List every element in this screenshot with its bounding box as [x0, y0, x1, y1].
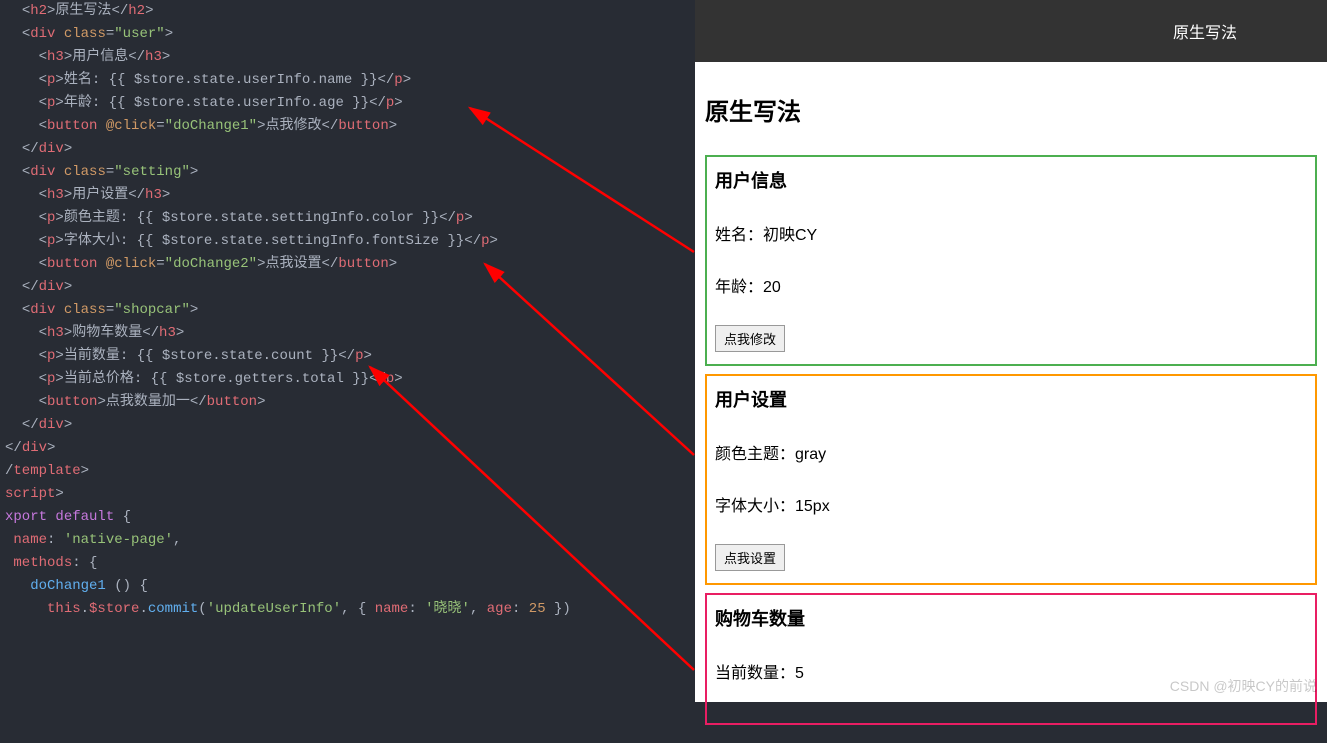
browser-preview-pane: 原生写法 原生写法 用户信息 姓名：初映CY 年龄：20 点我修改 用户设置 颜…: [695, 0, 1327, 702]
code-line: xport default {: [5, 506, 690, 529]
code-line: <p>姓名: {{ $store.state.userInfo.name }}<…: [5, 69, 690, 92]
code-line: <h3>用户设置</h3>: [5, 184, 690, 207]
code-line: <h3>用户信息</h3>: [5, 46, 690, 69]
code-line: <h2>原生写法</h2>: [5, 0, 690, 23]
code-line: <div class="shopcar">: [5, 299, 690, 322]
code-line: </div>: [5, 276, 690, 299]
code-line: <p>当前总价格: {{ $store.getters.total }}</p>: [5, 368, 690, 391]
watermark: CSDN @初映CY的前说: [1170, 676, 1317, 696]
code-line: doChange1 () {: [5, 575, 690, 598]
header-link[interactable]: 原生写法: [1173, 19, 1237, 43]
setting-heading: 用户设置: [715, 386, 1307, 412]
code-line: <div class="user">: [5, 23, 690, 46]
user-name-text: 姓名：初映CY: [715, 221, 1307, 245]
code-line: </div>: [5, 138, 690, 161]
code-line: <p>字体大小: {{ $store.state.settingInfo.fon…: [5, 230, 690, 253]
page-title: 原生写法: [705, 92, 1317, 127]
code-editor-pane: <h2>原生写法</h2> <div class="user"> <h3>用户信…: [0, 0, 695, 702]
code-line: <button @click="doChange1">点我修改</button>: [5, 115, 690, 138]
code-line: script>: [5, 483, 690, 506]
code-line: <p>当前数量: {{ $store.state.count }}</p>: [5, 345, 690, 368]
code-line: <button>点我数量加一</button>: [5, 391, 690, 414]
change-setting-button[interactable]: 点我设置: [715, 544, 785, 571]
code-line: <p>年龄: {{ $store.state.userInfo.age }}</…: [5, 92, 690, 115]
shopcar-box: 购物车数量 当前数量：5: [705, 593, 1317, 725]
setting-color-text: 颜色主题：gray: [715, 440, 1307, 464]
setting-font-text: 字体大小：15px: [715, 492, 1307, 516]
code-line: </div>: [5, 437, 690, 460]
code-line: /template>: [5, 460, 690, 483]
code-line: <p>颜色主题: {{ $store.state.settingInfo.col…: [5, 207, 690, 230]
code-line: </div>: [5, 414, 690, 437]
code-line: <div class="setting">: [5, 161, 690, 184]
preview-header: 原生写法: [695, 0, 1327, 62]
code-line: methods: {: [5, 552, 690, 575]
code-line: <button @click="doChange2">点我设置</button>: [5, 253, 690, 276]
code-line: <h3>购物车数量</h3>: [5, 322, 690, 345]
code-line: name: 'native-page',: [5, 529, 690, 552]
user-info-box: 用户信息 姓名：初映CY 年龄：20 点我修改: [705, 155, 1317, 366]
shopcar-heading: 购物车数量: [715, 605, 1307, 631]
user-heading: 用户信息: [715, 167, 1307, 193]
setting-box: 用户设置 颜色主题：gray 字体大小：15px 点我设置: [705, 374, 1317, 585]
change-user-button[interactable]: 点我修改: [715, 325, 785, 352]
user-age-text: 年龄：20: [715, 273, 1307, 297]
code-line: this.$store.commit('updateUserInfo', { n…: [5, 598, 690, 621]
